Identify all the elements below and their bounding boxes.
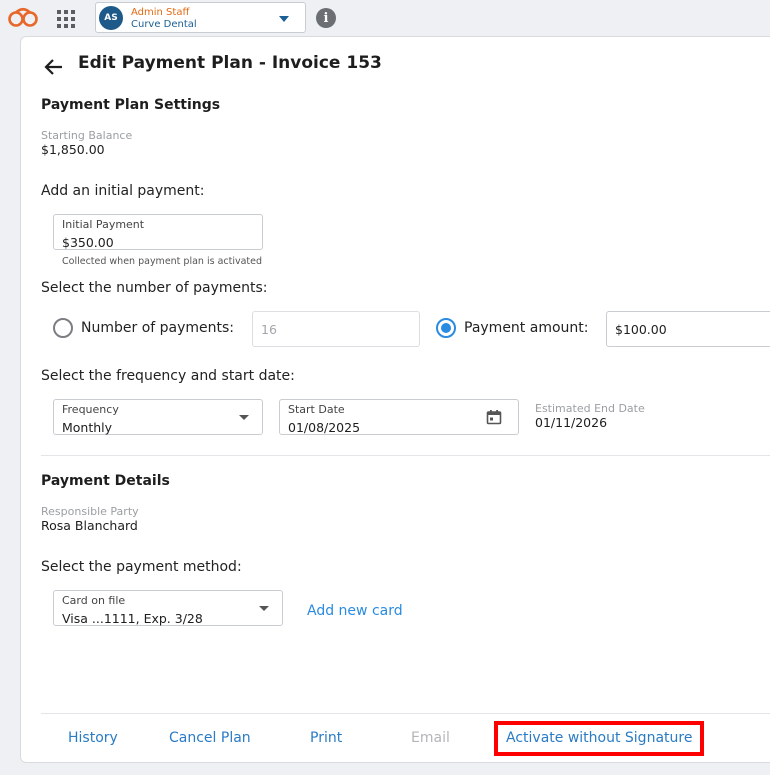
payment-details-title: Payment Details <box>41 473 170 489</box>
initial-payment-value: $350.00 <box>62 235 114 250</box>
user-practice-selector[interactable]: AS Admin Staff Curve Dental <box>95 2 306 33</box>
email-button: Email <box>411 730 450 746</box>
practice-name: Curve Dental <box>131 19 197 30</box>
estimated-end-date-label: Estimated End Date <box>535 402 645 415</box>
footer-divider <box>41 713 770 714</box>
initial-payment-field[interactable]: Initial Payment $350.00 <box>53 214 263 250</box>
card-on-file-select[interactable]: Card on file Visa ...1111, Exp. 3/28 <box>53 590 283 626</box>
back-arrow-icon[interactable] <box>42 55 66 79</box>
print-button[interactable]: Print <box>310 730 342 746</box>
card-on-file-label: Card on file <box>62 594 126 607</box>
estimated-end-date-value: 01/11/2026 <box>535 415 608 430</box>
start-date-label: Start Date <box>288 403 345 416</box>
frequency-select[interactable]: Frequency Monthly <box>53 399 263 435</box>
section-divider <box>41 455 770 456</box>
initial-payment-prompt: Add an initial payment: <box>41 183 205 199</box>
payment-amount-input[interactable]: $100.00 <box>606 311 770 347</box>
frequency-value: Monthly <box>62 420 113 435</box>
start-date-value: 01/08/2025 <box>288 420 361 435</box>
number-of-payments-input[interactable]: 16 <box>252 311 420 347</box>
info-icon[interactable]: i <box>316 8 336 28</box>
calendar-icon[interactable] <box>486 409 502 425</box>
chevron-down-icon <box>239 415 249 420</box>
starting-balance-value: $1,850.00 <box>41 142 105 157</box>
responsible-party-value: Rosa Blanchard <box>41 518 138 533</box>
settings-section-title: Payment Plan Settings <box>41 97 221 113</box>
card-on-file-value: Visa ...1111, Exp. 3/28 <box>62 611 203 626</box>
top-bar: AS Admin Staff Curve Dental i <box>0 0 770 36</box>
number-of-payments-label: Number of payments: <box>81 320 235 336</box>
start-date-field[interactable]: Start Date 01/08/2025 <box>279 399 519 435</box>
initial-payment-helper: Collected when payment plan is activated <box>62 256 263 267</box>
chevron-down-icon <box>259 606 269 611</box>
history-button[interactable]: History <box>68 730 118 746</box>
apps-grid-icon[interactable] <box>57 10 75 28</box>
initial-payment-label: Initial Payment <box>62 218 145 231</box>
highlight-box <box>494 721 704 756</box>
user-role: Admin Staff <box>131 7 190 18</box>
starting-balance-label: Starting Balance <box>41 129 133 142</box>
edit-payment-plan-panel: Edit Payment Plan - Invoice 153 Payment … <box>20 36 770 763</box>
frequency-label: Frequency <box>62 403 119 416</box>
avatar: AS <box>99 6 123 30</box>
payment-amount-radio[interactable] <box>436 318 456 338</box>
frequency-prompt: Select the frequency and start date: <box>41 368 295 384</box>
cancel-plan-button[interactable]: Cancel Plan <box>169 730 251 746</box>
number-of-payments-value: 16 <box>261 322 277 337</box>
curve-logo-icon[interactable] <box>6 6 40 30</box>
number-of-payments-prompt: Select the number of payments: <box>41 280 268 296</box>
number-of-payments-radio[interactable] <box>53 318 73 338</box>
page-title: Edit Payment Plan - Invoice 153 <box>78 53 382 73</box>
chevron-down-icon <box>279 16 289 22</box>
payment-method-prompt: Select the payment method: <box>41 559 242 575</box>
payment-amount-label: Payment amount: <box>464 320 589 336</box>
responsible-party-label: Responsible Party <box>41 505 139 518</box>
add-new-card-link[interactable]: Add new card <box>307 603 403 619</box>
payment-amount-value: $100.00 <box>615 322 667 337</box>
